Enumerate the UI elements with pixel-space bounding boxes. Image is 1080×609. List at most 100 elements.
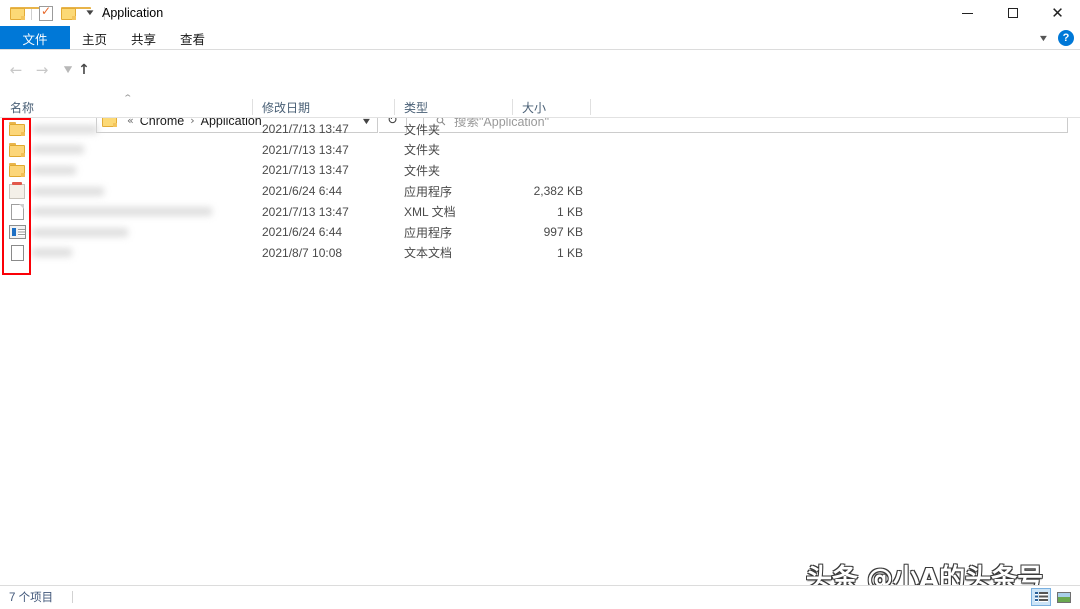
- file-icon-cell: [6, 160, 28, 181]
- file-icon-cell: [6, 201, 28, 222]
- redacted-file-name: [32, 248, 72, 258]
- column-header-date[interactable]: 修改日期: [252, 96, 394, 118]
- ribbon-right-controls: ▼ ?: [1038, 26, 1074, 50]
- folder-icon: [9, 142, 25, 157]
- table-row[interactable]: 2021/6/24 6:44 应用程序 997 KB: [0, 222, 1080, 243]
- redacted-file-name: [32, 145, 84, 155]
- maximize-icon: [1007, 8, 1018, 18]
- redacted-file-name: [32, 207, 212, 217]
- file-name-cell: [32, 119, 247, 140]
- file-size-cell: [470, 119, 583, 140]
- table-row[interactable]: 2021/7/13 13:47 文件夹: [0, 160, 1080, 181]
- sort-ascending-icon: ⌃: [122, 93, 134, 103]
- ribbon-tabs: 文件 主页 共享 查看: [0, 26, 217, 50]
- file-type-cell: 文本文档: [404, 246, 453, 261]
- column-header-type[interactable]: 类型: [394, 96, 512, 118]
- view-toggle-group: [1031, 588, 1074, 606]
- quick-access-toolbar: ▼: [6, 0, 108, 26]
- back-button[interactable]: ←: [4, 58, 28, 82]
- file-size-cell: 2,382 KB: [533, 184, 583, 199]
- tab-view[interactable]: 查看: [168, 26, 217, 50]
- properties-icon: [39, 4, 53, 21]
- file-size-cell: 1 KB: [556, 245, 583, 260]
- file-type-cell: 应用程序: [404, 225, 453, 240]
- file-icon-cell: [6, 119, 28, 140]
- navigation-bar: ← → ▼ ↑ « Chrome › Application ▼ ↻ ⚲ 搜索"…: [0, 50, 1080, 133]
- new-folder-icon: [60, 6, 91, 20]
- text-document-icon: [10, 244, 24, 261]
- file-size-cell: [470, 160, 583, 181]
- file-list: 2021/7/13 13:47 文件夹 2021/7/13 13:47 文件夹 …: [0, 119, 1080, 584]
- qat-new-folder-button[interactable]: [57, 2, 91, 24]
- file-date-cell: 2021/6/24 6:44: [262, 225, 343, 240]
- minimize-icon: [962, 12, 973, 14]
- status-separator: [72, 591, 73, 603]
- file-date-cell: 2021/7/13 13:47: [262, 122, 349, 137]
- qat-folder-button[interactable]: [6, 2, 40, 24]
- file-type-cell: 应用程序: [404, 184, 453, 199]
- close-button[interactable]: ✕: [1035, 0, 1080, 26]
- qat-properties-button[interactable]: [35, 2, 57, 24]
- file-icon-cell: [6, 181, 28, 202]
- chevron-down-icon[interactable]: ▼: [1038, 33, 1050, 43]
- column-header-size[interactable]: 大小: [512, 96, 590, 118]
- close-icon: ✕: [1051, 3, 1064, 22]
- tab-share[interactable]: 共享: [119, 26, 168, 50]
- folder-icon: [9, 122, 25, 137]
- up-button[interactable]: ↑: [72, 58, 96, 82]
- table-row[interactable]: 2021/7/13 13:47 XML 文档 1 KB: [0, 201, 1080, 222]
- file-size-cell: 997 KB: [543, 225, 583, 240]
- file-name-cell: [32, 160, 247, 181]
- maximize-button[interactable]: [990, 0, 1035, 26]
- table-row[interactable]: 2021/8/7 10:08 文本文档 1 KB: [0, 243, 1080, 264]
- file-type-cell: 文件夹: [404, 122, 441, 137]
- table-row[interactable]: 2021/7/13 13:47 文件夹: [0, 140, 1080, 161]
- file-name-cell: [32, 201, 247, 222]
- help-icon[interactable]: ?: [1058, 30, 1074, 46]
- customize-caret-icon: ▼: [84, 8, 96, 17]
- file-size-cell: 1 KB: [556, 204, 583, 219]
- file-date-cell: 2021/8/7 10:08: [262, 245, 343, 260]
- file-size-cell: [470, 140, 583, 161]
- status-bar: 7 个项目: [0, 585, 1080, 609]
- redacted-file-name: [32, 186, 104, 196]
- redacted-file-name: [32, 227, 128, 237]
- window-title: Application: [102, 6, 164, 20]
- column-headers: 名称 修改日期 类型 大小: [0, 96, 1080, 118]
- file-type-cell: 文件夹: [404, 143, 441, 158]
- tab-home[interactable]: 主页: [70, 26, 119, 50]
- file-date-cell: 2021/7/13 13:47: [262, 163, 349, 178]
- folder-icon: [9, 6, 40, 20]
- file-icon-cell: [6, 140, 28, 161]
- application-icon: [9, 181, 25, 199]
- executable-icon: [8, 225, 26, 240]
- file-icon-cell: [6, 222, 28, 243]
- item-count-label: 7 个项目: [9, 592, 54, 604]
- title-bar: ▼ Application ✕: [0, 0, 1080, 26]
- large-icons-view-button[interactable]: [1054, 588, 1074, 606]
- file-name-cell: [32, 140, 247, 161]
- details-view-button[interactable]: [1031, 588, 1051, 606]
- file-type-cell: 文件夹: [404, 163, 441, 178]
- minimize-button[interactable]: [945, 0, 990, 26]
- file-type-cell: XML 文档: [404, 205, 456, 220]
- tab-file[interactable]: 文件: [0, 26, 70, 50]
- file-date-cell: 2021/6/24 6:44: [262, 184, 343, 199]
- table-row[interactable]: 2021/7/13 13:47 文件夹: [0, 119, 1080, 140]
- qat-customize-button[interactable]: ▼: [79, 2, 101, 24]
- redacted-file-name: [32, 124, 98, 134]
- column-divider-4[interactable]: [590, 99, 591, 115]
- file-name-cell: [32, 181, 247, 202]
- file-icon-cell: [6, 243, 28, 264]
- table-row[interactable]: 2021/6/24 6:44 应用程序 2,382 KB: [0, 181, 1080, 202]
- file-name-cell: [32, 243, 247, 264]
- file-date-cell: 2021/7/13 13:47: [262, 142, 349, 157]
- ribbon-tab-bar: 文件 主页 共享 查看 ▼ ?: [0, 26, 1080, 50]
- file-date-cell: 2021/7/13 13:47: [262, 204, 349, 219]
- details-view-icon: [1034, 592, 1048, 603]
- file-name-cell: [32, 222, 247, 243]
- large-icons-view-icon: [1057, 591, 1071, 603]
- redacted-file-name: [32, 165, 76, 175]
- folder-icon: [9, 163, 25, 178]
- forward-button[interactable]: →: [30, 58, 54, 82]
